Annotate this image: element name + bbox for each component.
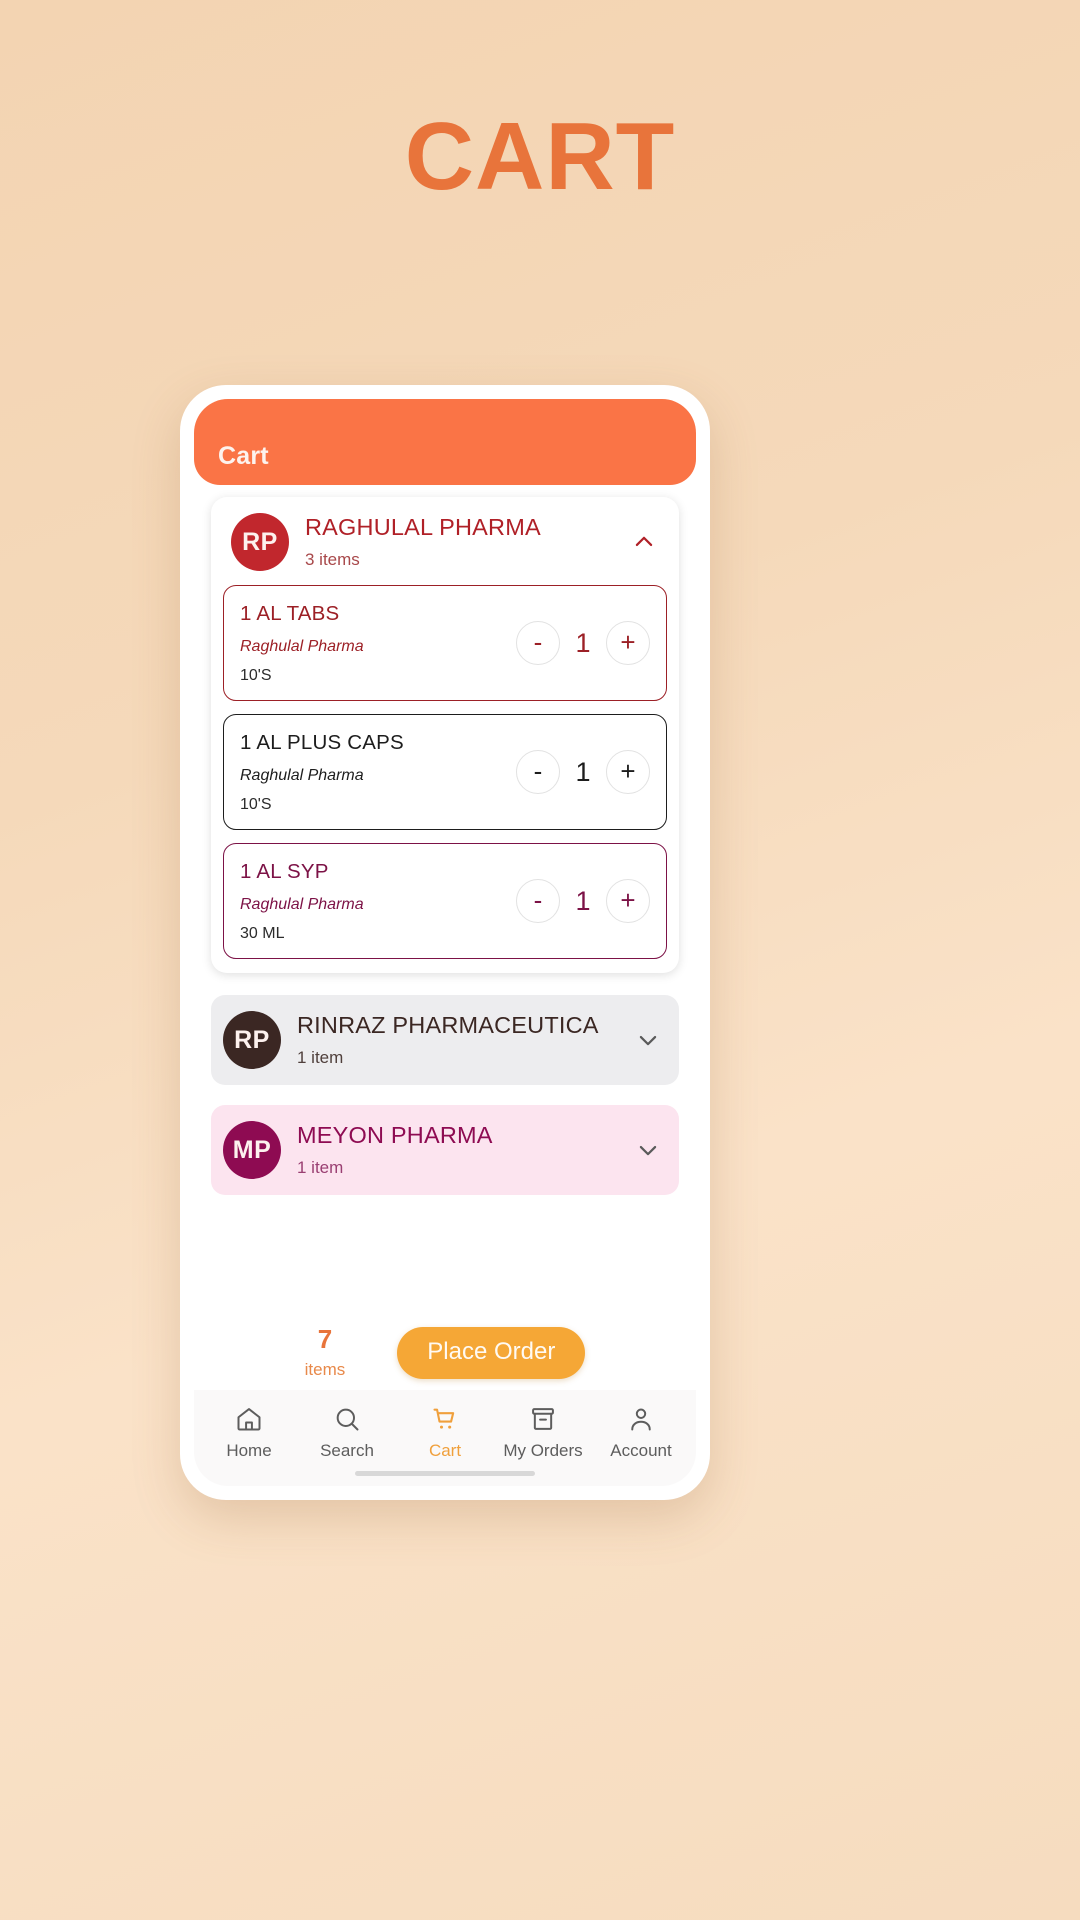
account-icon xyxy=(627,1404,655,1434)
quantity-value: 1 xyxy=(575,756,591,787)
quantity-stepper: -1 + xyxy=(516,621,650,665)
increment-button[interactable]: + xyxy=(606,621,650,665)
vendor-list: RP RAGHULAL PHARMA 3 items 1 AL TABS Raghula… xyxy=(211,497,679,1195)
item-count-label: items xyxy=(304,1360,346,1379)
cart-item-info: 1 AL SYP Raghulal Pharma 30 ML xyxy=(240,859,516,943)
home-indicator xyxy=(355,1471,535,1476)
increment-button[interactable]: + xyxy=(606,879,650,923)
avatar: RP xyxy=(231,513,289,571)
vendor-card-expanded: RP RAGHULAL PHARMA 3 items 1 AL TABS Raghula… xyxy=(211,497,679,973)
cart-item-pack: 10'S xyxy=(240,666,272,684)
cart-summary: 7 items Place Order xyxy=(194,1321,696,1390)
quantity-value: 1 xyxy=(575,627,591,658)
decrement-button[interactable]: - xyxy=(516,621,560,665)
vendor-card-collapsed[interactable]: MP MEYON PHARMA 1 item xyxy=(211,1105,679,1195)
cart-item-row: 1 AL PLUS CAPS Raghulal Pharma 10'S -1 + xyxy=(223,714,667,830)
cart-item-info: 1 AL PLUS CAPS Raghulal Pharma 10'S xyxy=(240,730,516,814)
home-icon xyxy=(235,1404,263,1434)
cart-item-pack: 30 ML xyxy=(240,924,285,942)
avatar: MP xyxy=(223,1121,281,1179)
increment-button[interactable]: + xyxy=(606,750,650,794)
cart-item-row: 1 AL TABS Raghulal Pharma 10'S -1 + xyxy=(223,585,667,701)
chevron-down-icon[interactable] xyxy=(631,1023,665,1057)
vendor-name: RINRAZ PHARMACEUTICA xyxy=(297,1012,599,1039)
page-title: CART xyxy=(404,103,676,210)
nav-label-account: Account xyxy=(610,1441,672,1460)
avatar-initials: RP xyxy=(234,1025,270,1054)
quantity-stepper: -1 + xyxy=(516,750,650,794)
nav-item-cart[interactable]: Cart xyxy=(399,1404,491,1461)
cart-item-vendor: Raghulal Pharma xyxy=(240,637,364,655)
place-order-button[interactable]: Place Order xyxy=(397,1326,586,1379)
cart-item-name: 1 AL PLUS CAPS xyxy=(240,731,404,754)
cart-item-info: 1 AL TABS Raghulal Pharma 10'S xyxy=(240,601,516,685)
decrement-button[interactable]: - xyxy=(516,750,560,794)
vendor-item-count: 1 item xyxy=(297,1158,344,1178)
item-count-block: 7 items xyxy=(304,1324,346,1380)
nav-item-my-orders[interactable]: My Orders xyxy=(497,1404,589,1461)
app-bar: Cart xyxy=(194,399,696,485)
nav-item-home[interactable]: Home xyxy=(203,1404,295,1461)
avatar-initials: RP xyxy=(242,527,278,556)
vendor-name: RAGHULAL PHARMA xyxy=(305,514,541,541)
nav-label-my-orders: My Orders xyxy=(503,1441,583,1460)
avatar: RP xyxy=(223,1011,281,1069)
chevron-up-icon[interactable] xyxy=(627,525,661,559)
cart-icon xyxy=(431,1404,459,1434)
orders-icon xyxy=(529,1404,557,1434)
vendor-item-count: 1 item xyxy=(297,1048,344,1068)
phone-frame: Cart RP RAGHULAL PHARMA 3 items 1 AL TABS Ra… xyxy=(180,385,710,1500)
vendor-name: MEYON PHARMA xyxy=(297,1122,493,1149)
item-count-number: 7 xyxy=(317,1324,333,1355)
cart-item-pack: 10'S xyxy=(240,795,272,813)
avatar-initials: MP xyxy=(232,1135,272,1164)
cart-item-vendor: Raghulal Pharma xyxy=(240,895,364,913)
nav-item-search[interactable]: Search xyxy=(301,1404,393,1461)
phone-screen: Cart RP RAGHULAL PHARMA 3 items 1 AL TABS Ra… xyxy=(194,399,696,1486)
nav-label-search: Search xyxy=(320,1441,374,1460)
vendor-card-collapsed[interactable]: RP RINRAZ PHARMACEUTICA 1 item xyxy=(211,995,679,1085)
decrement-button[interactable]: - xyxy=(516,879,560,923)
vendor-item-count: 3 items xyxy=(305,550,360,570)
chevron-down-icon[interactable] xyxy=(631,1133,665,1167)
cart-scroll-area[interactable]: RP RAGHULAL PHARMA 3 items 1 AL TABS Raghula… xyxy=(194,485,696,1322)
quantity-value: 1 xyxy=(575,885,591,916)
cart-item-row: 1 AL SYP Raghulal Pharma 30 ML -1 + xyxy=(223,843,667,959)
cart-item-vendor: Raghulal Pharma xyxy=(240,766,364,784)
vendor-header[interactable]: RP RAGHULAL PHARMA 3 items xyxy=(223,511,667,585)
vendor-meta: RINRAZ PHARMACEUTICA 1 item xyxy=(281,1011,631,1069)
nav-item-account[interactable]: Account xyxy=(595,1404,687,1461)
vendor-meta: RAGHULAL PHARMA 3 items xyxy=(289,513,627,571)
cart-item-name: 1 AL TABS xyxy=(240,602,340,625)
nav-label-cart: Cart xyxy=(428,1441,462,1460)
cart-item-name: 1 AL SYP xyxy=(240,860,329,883)
quantity-stepper: -1 + xyxy=(516,879,650,923)
search-icon xyxy=(333,1404,361,1434)
nav-label-home: Home xyxy=(226,1441,272,1460)
app-bar-title: Cart xyxy=(218,442,269,470)
vendor-meta: MEYON PHARMA 1 item xyxy=(281,1121,631,1179)
